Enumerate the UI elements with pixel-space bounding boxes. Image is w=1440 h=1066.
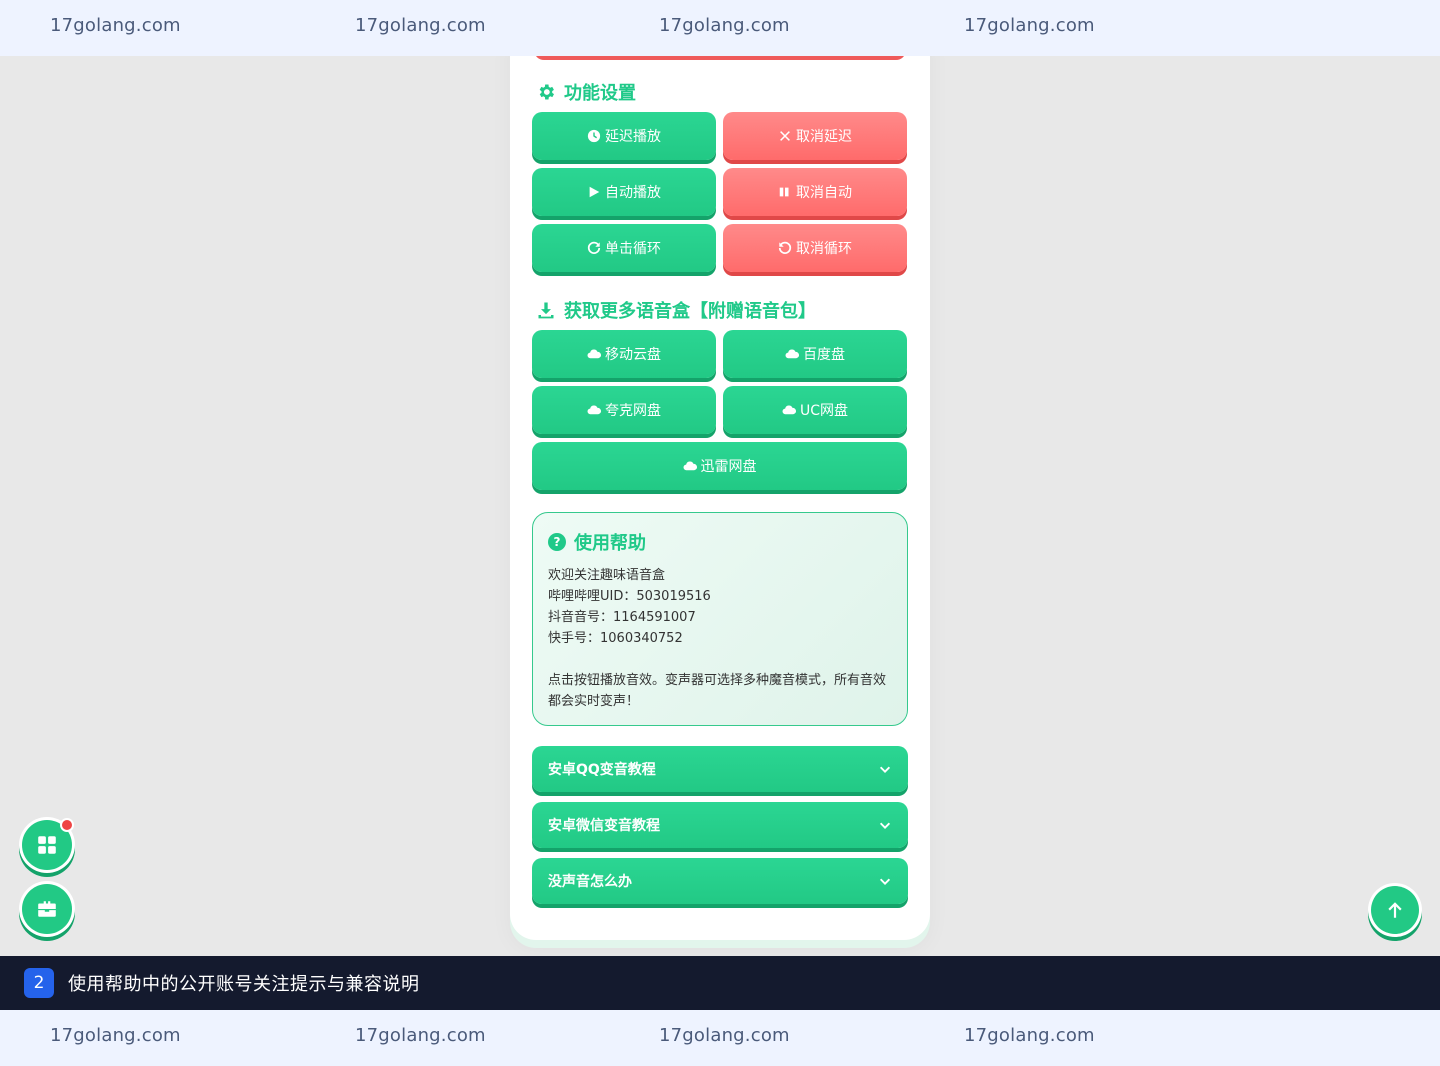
xunlei-pan-button[interactable]: 迅雷网盘 — [532, 442, 907, 490]
accordion-android-qq[interactable]: 安卓QQ变音教程 — [532, 746, 908, 792]
chevron-down-icon — [879, 822, 891, 829]
accordion-label: 安卓微信变音教程 — [548, 818, 660, 834]
help-spacer — [548, 649, 892, 670]
watermark-bar-bottom: 17golang.com 17golang.com 17golang.com 1… — [0, 1010, 1440, 1066]
download-icon — [538, 302, 554, 319]
help-line: 点击按钮播放音效。变声器可选择多种魔音模式，所有音效 — [548, 673, 887, 688]
chevron-down-icon — [879, 766, 891, 773]
watermark-text: 17golang.com — [659, 15, 790, 36]
cloud-icon — [587, 405, 601, 415]
step-badge: 2 — [24, 968, 54, 998]
caption-text: 使用帮助中的公开账号关注提示与兼容说明 — [68, 974, 420, 995]
help-panel: ? 使用帮助 欢迎关注趣味语音盒 哔哩哔哩UID：503019516 抖音音号：… — [532, 512, 908, 726]
chevron-down-icon — [879, 878, 891, 885]
help-line: 哔哩哔哩UID：503019516 — [548, 589, 711, 604]
button-label: 自动播放 — [605, 185, 661, 201]
mobile-cloud-button[interactable]: 移动云盘 — [532, 330, 716, 378]
help-line: 快手号：1060340752 — [548, 631, 683, 646]
settings-title: 功能设置 — [564, 83, 636, 104]
cancel-delay-button[interactable]: 取消延迟 — [723, 112, 907, 160]
help-line: 欢迎关注趣味语音盒 — [548, 568, 666, 583]
caption-bar: 2 使用帮助中的公开账号关注提示与兼容说明 — [0, 956, 1440, 1010]
watermark-text: 17golang.com — [50, 15, 181, 36]
click-loop-button[interactable]: 单击循环 — [532, 224, 716, 272]
undo-icon — [778, 241, 792, 254]
scroll-top-button[interactable] — [1371, 886, 1419, 934]
watermark-text: 17golang.com — [964, 1025, 1095, 1046]
cancel-auto-button[interactable]: 取消自动 — [723, 168, 907, 216]
cloud-icon — [782, 405, 796, 415]
grid-icon — [38, 836, 56, 854]
accordion-no-sound[interactable]: 没声音怎么办 — [532, 858, 908, 904]
help-title: ? 使用帮助 — [548, 529, 892, 555]
toolbox-icon — [38, 901, 56, 917]
baidu-pan-button[interactable]: 百度盘 — [723, 330, 907, 378]
button-label: 迅雷网盘 — [700, 459, 757, 475]
button-label: 取消循环 — [796, 241, 852, 257]
button-label: 延迟播放 — [605, 129, 661, 145]
watermark-text: 17golang.com — [355, 1025, 486, 1046]
downloads-title: 获取更多语音盒【附赠语音包】 — [564, 301, 816, 322]
question-icon: ? — [548, 533, 566, 551]
downloads-section-title: 获取更多语音盒【附赠语音包】 — [536, 297, 816, 323]
watermark-text: 17golang.com — [355, 15, 486, 36]
cloud-icon — [785, 349, 799, 359]
button-label: 取消延迟 — [796, 129, 852, 145]
notification-dot — [60, 818, 74, 832]
pause-icon — [779, 187, 789, 197]
button-label: 单击循环 — [605, 241, 661, 257]
button-label: 取消自动 — [796, 185, 852, 201]
watermark-text: 17golang.com — [964, 15, 1095, 36]
quark-pan-button[interactable]: 夸克网盘 — [532, 386, 716, 434]
clock-icon — [587, 129, 601, 143]
arrow-up-icon — [1388, 902, 1402, 918]
settings-section-title: 功能设置 — [536, 79, 636, 105]
play-icon — [589, 186, 600, 198]
button-label: UC网盘 — [799, 403, 849, 419]
button-label: 夸克网盘 — [605, 403, 661, 419]
accordion-android-wechat[interactable]: 安卓微信变音教程 — [532, 802, 908, 848]
uc-pan-button[interactable]: UC网盘 — [723, 386, 907, 434]
watermark-text: 17golang.com — [50, 1025, 181, 1046]
cancel-loop-button[interactable]: 取消循环 — [723, 224, 907, 272]
cloud-icon — [587, 349, 601, 359]
cloud-icon — [683, 461, 697, 471]
help-title-text: 使用帮助 — [574, 533, 646, 554]
gear-icon — [539, 84, 554, 100]
redo-icon — [587, 241, 601, 254]
auto-play-button[interactable]: 自动播放 — [532, 168, 716, 216]
button-label: 百度盘 — [803, 347, 845, 363]
delay-play-button[interactable]: 延迟播放 — [532, 112, 716, 160]
accordion-label: 安卓QQ变音教程 — [548, 762, 656, 778]
watermark-bar-top: 17golang.com 17golang.com 17golang.com 1… — [0, 0, 1440, 56]
button-label: 移动云盘 — [605, 347, 661, 363]
accordion-label: 没声音怎么办 — [548, 874, 632, 890]
help-line: 都会实时变声！ — [548, 694, 640, 709]
watermark-text: 17golang.com — [659, 1025, 790, 1046]
x-icon — [780, 131, 790, 141]
help-line: 抖音音号：1164591007 — [548, 610, 696, 625]
toolbox-fab-button[interactable] — [22, 884, 72, 934]
